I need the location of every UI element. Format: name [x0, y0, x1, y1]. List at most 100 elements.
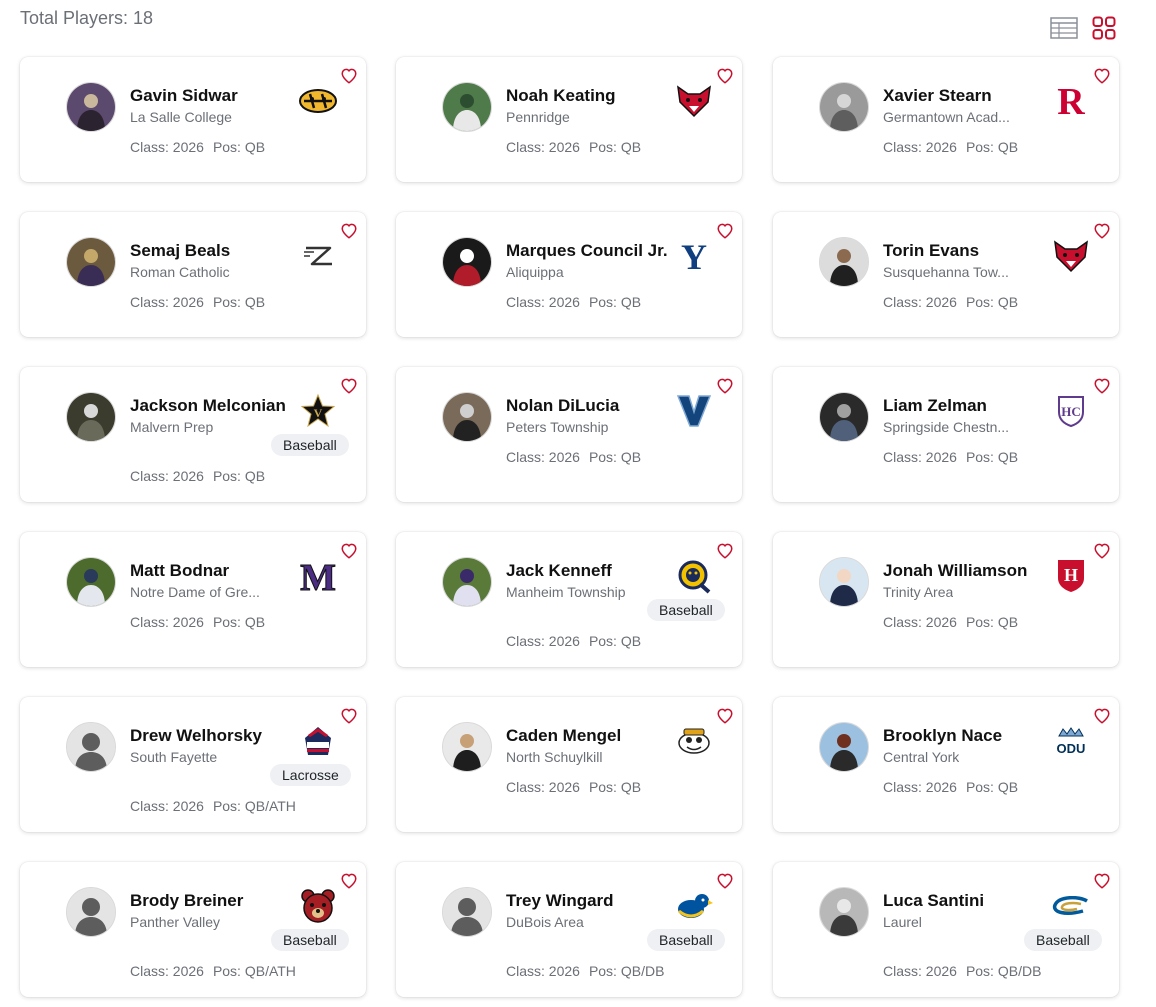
player-meta: Class: 2026 Pos: QB/DB: [506, 963, 664, 979]
player-name[interactable]: Brooklyn Nace: [883, 726, 1002, 746]
player-school: Germantown Acad...: [883, 109, 1010, 125]
favorite-heart-icon[interactable]: [1093, 222, 1111, 240]
player-avatar: [819, 557, 869, 607]
player-avatar: [819, 392, 869, 442]
player-card[interactable]: Matt Bodnar Notre Dame of Gre... Class: 20…: [20, 532, 366, 667]
sport-badge: Baseball: [1024, 929, 1102, 951]
player-meta: Class: 2026 Pos: QB: [883, 614, 1018, 630]
player-card[interactable]: Jack Kenneff Manheim Township Class: 2026 P…: [396, 532, 742, 667]
player-school: DuBois Area: [506, 914, 584, 930]
favorite-heart-icon[interactable]: [716, 707, 734, 725]
player-card[interactable]: Luca Santini Laurel Class: 2026 Pos: QB/DB B…: [773, 862, 1119, 997]
player-avatar: [819, 722, 869, 772]
player-name[interactable]: Jonah Williamson: [883, 561, 1027, 581]
player-avatar: [819, 887, 869, 937]
sport-badge: Baseball: [271, 434, 349, 456]
player-card[interactable]: Marques Council Jr. Aliquippa Class: 2026 P…: [396, 212, 742, 337]
player-name[interactable]: Marques Council Jr.: [506, 241, 668, 261]
favorite-heart-icon[interactable]: [1093, 67, 1111, 85]
player-card[interactable]: Noah Keating Pennridge Class: 2026 Pos: QB: [396, 57, 742, 182]
player-position: Pos: QB/ATH: [212, 963, 296, 979]
player-name[interactable]: Xavier Stearn: [883, 86, 992, 106]
favorite-heart-icon[interactable]: [716, 67, 734, 85]
favorite-heart-icon[interactable]: [716, 377, 734, 395]
cartoon-mascot-logo: [670, 721, 718, 761]
player-card[interactable]: Liam Zelman Springside Chestn... Class: 20…: [773, 367, 1119, 502]
player-name[interactable]: Nolan DiLucia: [506, 396, 619, 416]
player-class: Class: 2026: [506, 449, 580, 465]
favorite-heart-icon[interactable]: [340, 707, 358, 725]
player-card[interactable]: Nolan DiLucia Peters Township Class: 2026 P…: [396, 367, 742, 502]
player-name[interactable]: Brody Breiner: [130, 891, 243, 911]
player-name[interactable]: Torin Evans: [883, 241, 979, 261]
player-name[interactable]: Liam Zelman: [883, 396, 987, 416]
player-name[interactable]: Jackson Melconian: [130, 396, 286, 416]
player-card[interactable]: Jonah Williamson Trinity Area Class: 2026 P…: [773, 532, 1119, 667]
player-school: Malvern Prep: [130, 419, 214, 435]
player-card[interactable]: Jackson Melconian Malvern Prep Class: 2026…: [20, 367, 366, 502]
rutgers-r-logo: R: [1047, 81, 1095, 121]
odu-crown-logo: ODU: [1047, 721, 1095, 761]
player-name[interactable]: Caden Mengel: [506, 726, 621, 746]
player-meta: Class: 2026 Pos: QB: [506, 139, 641, 155]
player-meta: Class: 2026 Pos: QB/ATH: [130, 963, 296, 979]
player-card[interactable]: Drew Welhorsky South Fayette Class: 2026 Po…: [20, 697, 366, 832]
player-avatar: [442, 237, 492, 287]
player-name[interactable]: Gavin Sidwar: [130, 86, 238, 106]
player-meta: Class: 2026 Pos: QB: [883, 779, 1018, 795]
favorite-heart-icon[interactable]: [340, 377, 358, 395]
player-position: Pos: QB: [965, 294, 1019, 310]
favorite-heart-icon[interactable]: [340, 222, 358, 240]
favorite-heart-icon[interactable]: [716, 222, 734, 240]
player-class: Class: 2026: [130, 468, 204, 484]
sport-badge: Baseball: [647, 599, 725, 621]
favorite-heart-icon[interactable]: [1093, 542, 1111, 560]
player-meta: Class: 2026 Pos: QB: [883, 139, 1018, 155]
player-class: Class: 2026: [506, 139, 580, 155]
player-card[interactable]: Brody Breiner Panther Valley Class: 2026 Po…: [20, 862, 366, 997]
player-card[interactable]: Caden Mengel North Schuylkill Class: 2026 P…: [396, 697, 742, 832]
table-view-button[interactable]: [1050, 14, 1078, 42]
player-class: Class: 2026: [883, 294, 957, 310]
player-card[interactable]: Torin Evans Susquehanna Tow... Class: 2026…: [773, 212, 1119, 337]
player-name[interactable]: Jack Kenneff: [506, 561, 612, 581]
favorite-heart-icon[interactable]: [1093, 377, 1111, 395]
player-class: Class: 2026: [130, 139, 204, 155]
player-meta: Class: 2026 Pos: QB: [506, 294, 641, 310]
player-card[interactable]: Brooklyn Nace Central York Class: 2026 Pos:…: [773, 697, 1119, 832]
svg-text:H: H: [1064, 565, 1078, 585]
red-fox-logo: [1047, 236, 1095, 276]
player-position: Pos: QB: [965, 779, 1019, 795]
player-avatar: [442, 557, 492, 607]
favorite-heart-icon[interactable]: [340, 67, 358, 85]
player-card[interactable]: Xavier Stearn Germantown Acad... Class: 20…: [773, 57, 1119, 182]
player-meta: Class: 2026 Pos: QB: [130, 468, 265, 484]
player-meta: Class: 2026 Pos: QB: [883, 294, 1018, 310]
grid-view-button[interactable]: [1090, 14, 1118, 42]
player-class: Class: 2026: [883, 614, 957, 630]
player-school: Manheim Township: [506, 584, 626, 600]
favorite-heart-icon[interactable]: [1093, 872, 1111, 890]
player-name[interactable]: Trey Wingard: [506, 891, 614, 911]
player-name[interactable]: Noah Keating: [506, 86, 616, 106]
player-name[interactable]: Matt Bodnar: [130, 561, 229, 581]
favorite-heart-icon[interactable]: [1093, 707, 1111, 725]
player-name[interactable]: Drew Welhorsky: [130, 726, 262, 746]
player-position: Pos: QB: [212, 139, 266, 155]
favorite-heart-icon[interactable]: [716, 872, 734, 890]
player-position: Pos: QB: [588, 139, 642, 155]
favorite-heart-icon[interactable]: [340, 872, 358, 890]
favorite-heart-icon[interactable]: [340, 542, 358, 560]
player-card[interactable]: Trey Wingard DuBois Area Class: 2026 Pos: Q…: [396, 862, 742, 997]
player-name[interactable]: Luca Santini: [883, 891, 984, 911]
player-meta: Class: 2026 Pos: QB: [130, 614, 265, 630]
player-card[interactable]: Gavin Sidwar La Salle College Class: 2026 P…: [20, 57, 366, 182]
player-position: Pos: QB: [588, 633, 642, 649]
player-meta: Class: 2026 Pos: QB: [130, 294, 265, 310]
sport-badge: Baseball: [271, 929, 349, 951]
player-name[interactable]: Semaj Beals: [130, 241, 230, 261]
player-card[interactable]: Semaj Beals Roman Catholic Class: 2026 Pos:…: [20, 212, 366, 337]
player-avatar: [66, 392, 116, 442]
svg-text:M: M: [300, 558, 336, 594]
favorite-heart-icon[interactable]: [716, 542, 734, 560]
